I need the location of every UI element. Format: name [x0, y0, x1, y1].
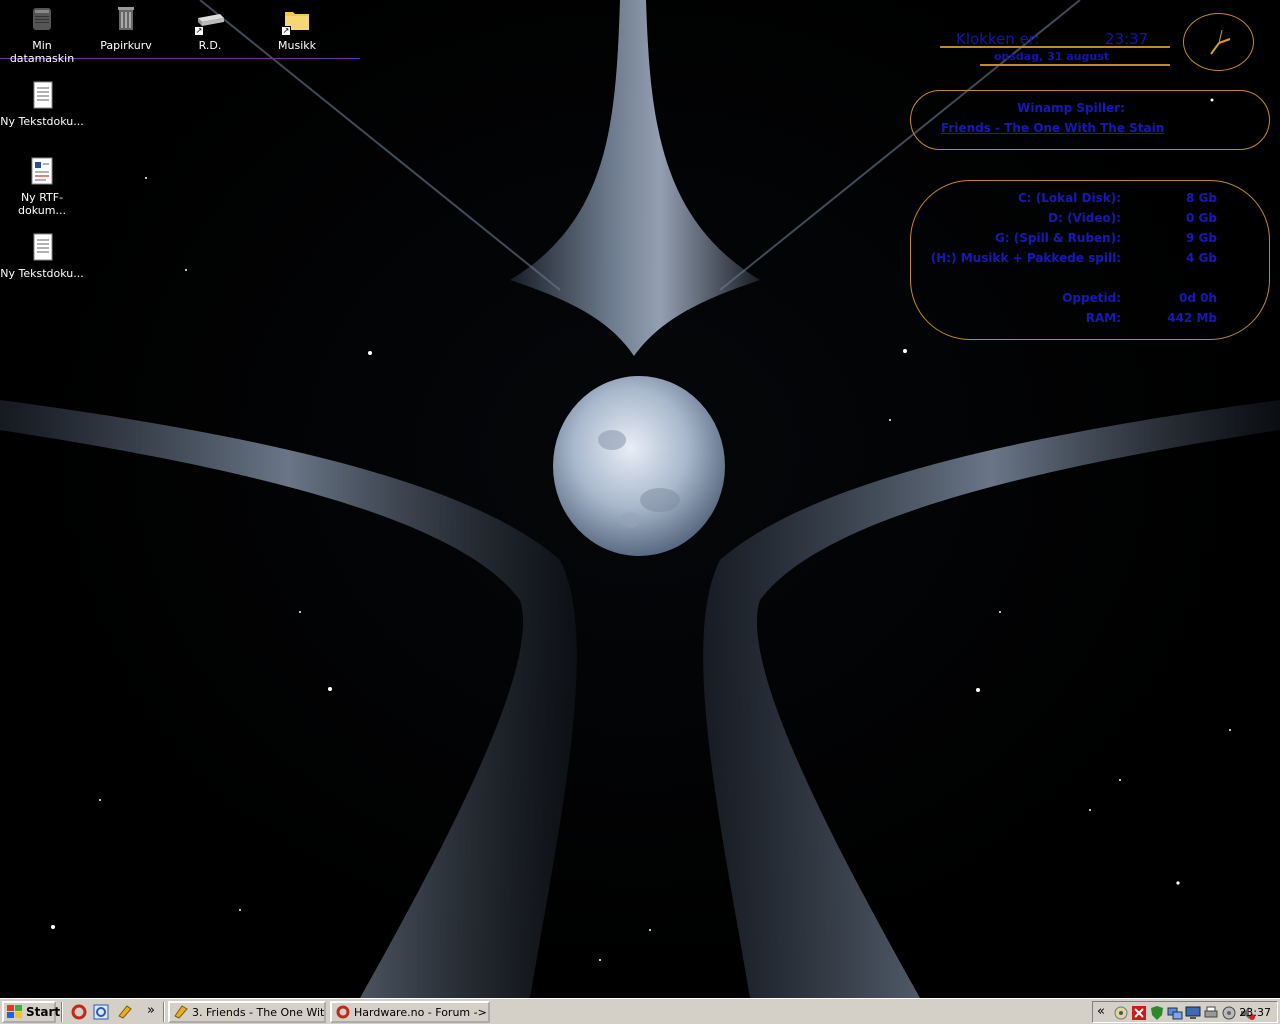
sys-value: 0d 0h [1178, 291, 1217, 305]
sys-value: 4 Gb [1186, 251, 1217, 265]
sys-value: 8 Gb [1186, 191, 1217, 205]
sys-value: 0 Gb [1186, 211, 1217, 225]
winamp-track-link[interactable]: Friends - The One With The Stain [941, 121, 1164, 135]
system-info-widget: C: (Lokal Disk): 8 Gb D: (Video): 0 Gb G… [910, 180, 1270, 340]
winamp-widget: Winamp Spiller: Friends - The One With T… [910, 90, 1270, 150]
desktop-icon-label: Ny Tekstdoku... [0, 115, 84, 128]
clock-date: onsdag, 31 august [994, 50, 1110, 63]
sys-row-h-drive: (H:) Musikk + Pakkede spill: 4 Gb [911, 251, 1271, 267]
sys-row-d-drive: D: (Video): 0 Gb [911, 211, 1271, 227]
taskbar: Start » 3. Friends - The One Wit... Hard… [0, 998, 1280, 1024]
antivirus-tray-icon[interactable] [1131, 1005, 1147, 1021]
shortcut-arrow-icon: ↗ [281, 26, 291, 36]
desktop-icon-label: R.D. [198, 39, 222, 52]
browser-quicklaunch-icon[interactable] [92, 1003, 110, 1021]
clock-hands-icon [1210, 29, 1231, 55]
system-tray: « 23:37 [1092, 1001, 1278, 1023]
desktop-icon-label: Papirkurv [100, 39, 152, 52]
winamp-quicklaunch-icon[interactable] [116, 1003, 134, 1021]
desktop-icon-rd-drive[interactable]: ↗ R.D. [168, 4, 252, 52]
clock-title: Klokken er: [956, 30, 1040, 48]
winamp-title: Winamp Spiller: [1017, 101, 1125, 115]
clock-widget: Klokken er: 23:37 onsdag, 31 august [940, 28, 1172, 70]
sys-value: 442 Mb [1167, 311, 1217, 325]
sys-row-uptime: Oppetid: 0d 0h [911, 291, 1271, 307]
sys-label: Oppetid: [1062, 291, 1121, 305]
desktop-icon-text-document-2[interactable]: Ny Tekstdoku... [0, 232, 84, 280]
taskbar-separator [163, 1002, 165, 1022]
opera-icon [336, 1005, 350, 1019]
desktop[interactable]: Min datamaskin Papirkurv ↗ R.D. ↗ Musikk… [0, 0, 1280, 998]
text-document-icon [26, 232, 58, 264]
quicklaunch-more-button[interactable]: » [142, 1001, 160, 1019]
desktop-icon-label: Min datamaskin [9, 39, 75, 65]
sys-label: (H:) Musikk + Pakkede spill: [930, 251, 1121, 265]
sys-row-ram: RAM: 442 Mb [911, 311, 1271, 327]
network-tray-icon[interactable] [1167, 1005, 1183, 1021]
desktop-icon-rtf-document[interactable]: Ny RTF-dokum... [0, 156, 84, 217]
sys-label: C: (Lokal Disk): [1017, 191, 1121, 205]
recycle-bin-icon [110, 4, 142, 36]
desktop-icon-label: Ny Tekstdoku... [0, 267, 84, 280]
desktop-icon-musikk[interactable]: ↗ Musikk [255, 4, 339, 52]
clock-time: 23:37 [1105, 30, 1149, 48]
task-button-label: 3. Friends - The One Wit... [192, 1005, 326, 1019]
rtf-document-icon [26, 156, 58, 188]
task-button-label: Hardware.no - Forum ->... [354, 1005, 490, 1019]
task-button-winamp[interactable]: 3. Friends - The One Wit... [168, 1001, 326, 1023]
sys-label: RAM: [1085, 311, 1121, 325]
sys-label: D: (Video): [1048, 211, 1121, 225]
desktop-icon-label: Ny RTF-dokum... [18, 191, 66, 217]
shortcut-arrow-icon: ↗ [194, 26, 204, 36]
text-document-icon [26, 80, 58, 112]
start-button[interactable]: Start [2, 1001, 60, 1023]
sys-value: 9 Gb [1186, 231, 1217, 245]
sys-row-g-drive: G: (Spill & Ruben): 9 Gb [911, 231, 1271, 247]
folder-shortcut-icon: ↗ [281, 4, 313, 36]
windows-logo-icon [7, 1005, 23, 1019]
desktop-icon-text-document-1[interactable]: Ny Tekstdoku... [0, 80, 84, 128]
shield-tray-icon[interactable] [1149, 1005, 1165, 1021]
monitor-tray-icon[interactable] [1185, 1005, 1201, 1021]
taskbar-separator [61, 1002, 63, 1022]
taskbar-clock[interactable]: 23:37 [1239, 1006, 1271, 1019]
sys-label: G: (Spill & Ruben): [994, 231, 1121, 245]
start-label: Start [26, 1005, 61, 1019]
desktop-icon-label: Musikk [278, 39, 316, 52]
tray-expand-button[interactable]: « [1097, 1004, 1105, 1019]
media-tray-icon[interactable] [1113, 1005, 1129, 1021]
task-button-opera[interactable]: Hardware.no - Forum ->... [330, 1001, 490, 1023]
desktop-icon-my-computer[interactable]: Min datamaskin [0, 4, 84, 65]
date-underline [980, 64, 1170, 66]
winamp-icon [174, 1005, 188, 1019]
disk-tray-icon[interactable] [1221, 1005, 1237, 1021]
opera-quicklaunch-icon[interactable] [70, 1003, 88, 1021]
sys-row-c-drive: C: (Lokal Disk): 8 Gb [911, 191, 1271, 207]
analog-clock [1183, 13, 1254, 71]
printer-tray-icon[interactable] [1203, 1005, 1219, 1021]
drive-shortcut-icon: ↗ [194, 4, 226, 36]
computer-icon [26, 4, 58, 36]
desktop-icon-recycle-bin[interactable]: Papirkurv [84, 4, 168, 52]
